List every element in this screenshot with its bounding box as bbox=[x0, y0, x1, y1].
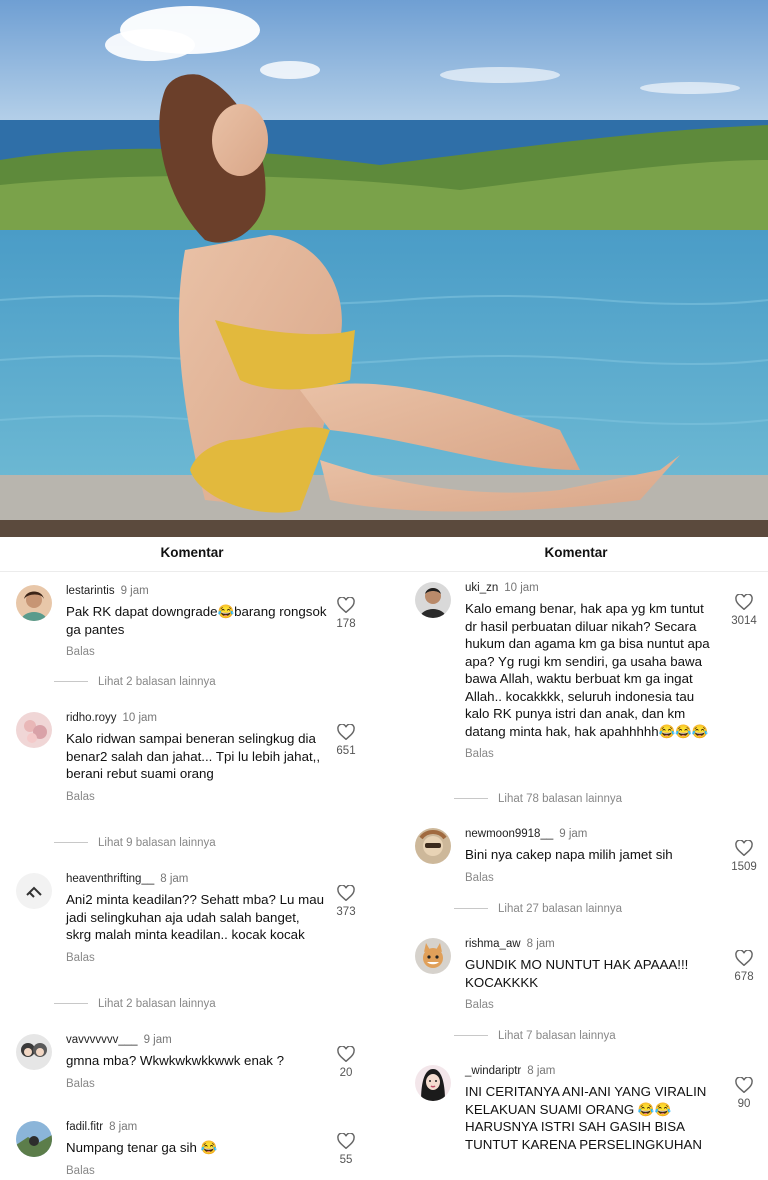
view-more-replies[interactable]: Lihat 9 balasan lainnya bbox=[54, 837, 216, 849]
comment-text: gmna mba? Wkwkwkwkkwwk enak ? bbox=[66, 1053, 284, 1068]
username[interactable]: _windariptr bbox=[465, 1065, 521, 1077]
like-control: 1509 bbox=[724, 840, 764, 873]
like-control: 651 bbox=[326, 724, 366, 757]
username[interactable]: lestarintis bbox=[66, 585, 115, 597]
heart-icon[interactable] bbox=[735, 840, 753, 856]
reply-button[interactable]: Balas bbox=[66, 644, 328, 662]
username[interactable]: heaventhrifting__ bbox=[66, 873, 154, 885]
like-count: 3014 bbox=[731, 615, 757, 627]
username[interactable]: newmoon9918__ bbox=[465, 828, 553, 840]
like-count: 1509 bbox=[731, 861, 757, 873]
view-more-replies[interactable]: Lihat 7 balasan lainnya bbox=[454, 1030, 616, 1042]
username[interactable]: rishma_aw bbox=[465, 938, 521, 950]
like-control: 55 bbox=[326, 1133, 366, 1166]
like-count: 55 bbox=[339, 1154, 353, 1166]
view-more-replies[interactable]: Lihat 2 balasan lainnya bbox=[54, 676, 216, 688]
like-count: 651 bbox=[336, 745, 356, 757]
avatar[interactable] bbox=[16, 873, 52, 909]
comment-text: Ani2 minta keadilan?? Sehatt mba? Lu mau… bbox=[66, 892, 324, 942]
like-control: 678 bbox=[724, 950, 764, 983]
reply-button[interactable]: Balas bbox=[66, 789, 328, 807]
view-more-replies[interactable]: Lihat 27 balasan lainnya bbox=[454, 903, 622, 915]
username[interactable]: ridho.royy bbox=[66, 712, 117, 724]
like-count: 678 bbox=[734, 971, 754, 983]
like-control: 373 bbox=[326, 885, 366, 918]
heart-icon[interactable] bbox=[337, 1133, 355, 1149]
view-more-replies[interactable]: Lihat 78 balasan lainnya bbox=[454, 793, 622, 805]
comment-text: Pak RK dapat downgrade😂barang rongsok ga… bbox=[66, 604, 327, 637]
reply-button[interactable]: Balas bbox=[66, 1163, 328, 1180]
like-count: 373 bbox=[336, 906, 356, 918]
like-count: 90 bbox=[737, 1098, 751, 1110]
avatar[interactable] bbox=[16, 1121, 52, 1157]
comment-text: Kalo emang benar, hak apa yg km tuntut d… bbox=[465, 601, 710, 739]
heart-icon[interactable] bbox=[735, 1077, 753, 1093]
heart-icon[interactable] bbox=[337, 724, 355, 740]
view-more-replies[interactable]: Lihat 2 balasan lainnya bbox=[54, 998, 216, 1010]
avatar[interactable] bbox=[16, 712, 52, 748]
reply-button[interactable]: Balas bbox=[66, 1076, 328, 1094]
comment-time: 9 jam bbox=[120, 585, 149, 597]
avatar[interactable] bbox=[415, 938, 451, 974]
panel-title: Komentar bbox=[384, 537, 768, 572]
heart-icon[interactable] bbox=[337, 1046, 355, 1062]
comment-time: 8 jam bbox=[109, 1121, 138, 1133]
comment-text: INI CERITANYA ANI-ANI YANG VIRALIN KELAK… bbox=[465, 1084, 707, 1152]
avatar[interactable] bbox=[415, 582, 451, 618]
username[interactable]: vavvvvvvv___ bbox=[66, 1034, 138, 1046]
like-control: 20 bbox=[326, 1046, 366, 1079]
heart-icon[interactable] bbox=[337, 885, 355, 901]
like-control: 90 bbox=[724, 1077, 764, 1110]
comment-time: 10 jam bbox=[504, 582, 539, 594]
comment-text: GUNDIK MO NUNTUT HAK APAAA!!! KOCAKKKK bbox=[465, 957, 689, 990]
post-photo bbox=[0, 0, 768, 537]
comment-text: Kalo ridwan sampai beneran selingkug dia… bbox=[66, 731, 321, 781]
like-count: 20 bbox=[339, 1067, 353, 1079]
heart-icon[interactable] bbox=[735, 950, 753, 966]
reply-button[interactable]: Balas bbox=[465, 997, 715, 1015]
reply-button[interactable]: Balas bbox=[465, 870, 715, 888]
comments-panel-right: Komentar uki_zn 10 jam Kalo emang benar, … bbox=[384, 537, 768, 1180]
like-control: 178 bbox=[326, 597, 366, 630]
avatar[interactable] bbox=[16, 1034, 52, 1070]
comment-time: 8 jam bbox=[527, 1065, 556, 1077]
avatar[interactable] bbox=[415, 1065, 451, 1101]
like-count: 178 bbox=[336, 618, 356, 630]
heart-icon[interactable] bbox=[735, 594, 753, 610]
comment-time: 8 jam bbox=[526, 938, 555, 950]
comment-text: Numpang tenar ga sih 😂 bbox=[66, 1140, 218, 1155]
avatar[interactable] bbox=[16, 585, 52, 621]
username[interactable]: fadil.fitr bbox=[66, 1121, 103, 1133]
comment-time: 10 jam bbox=[122, 712, 158, 724]
avatar[interactable] bbox=[415, 828, 451, 864]
username[interactable]: uki_zn bbox=[465, 582, 498, 594]
heart-icon[interactable] bbox=[337, 597, 355, 613]
reply-button[interactable]: Balas bbox=[66, 950, 328, 968]
comment-time: 8 jam bbox=[160, 873, 189, 885]
comment-text: Bini nya cakep napa milih jamet sih bbox=[465, 847, 673, 862]
comment-time: 9 jam bbox=[143, 1034, 172, 1046]
reply-button[interactable]: Balas bbox=[465, 746, 715, 764]
like-control: 3014 bbox=[724, 594, 764, 627]
comments-panel-left: Komentar lestarintis 9 jam Pak RK dapat d… bbox=[0, 537, 384, 1180]
comment-time: 9 jam bbox=[559, 828, 588, 840]
panel-title: Komentar bbox=[0, 537, 384, 572]
